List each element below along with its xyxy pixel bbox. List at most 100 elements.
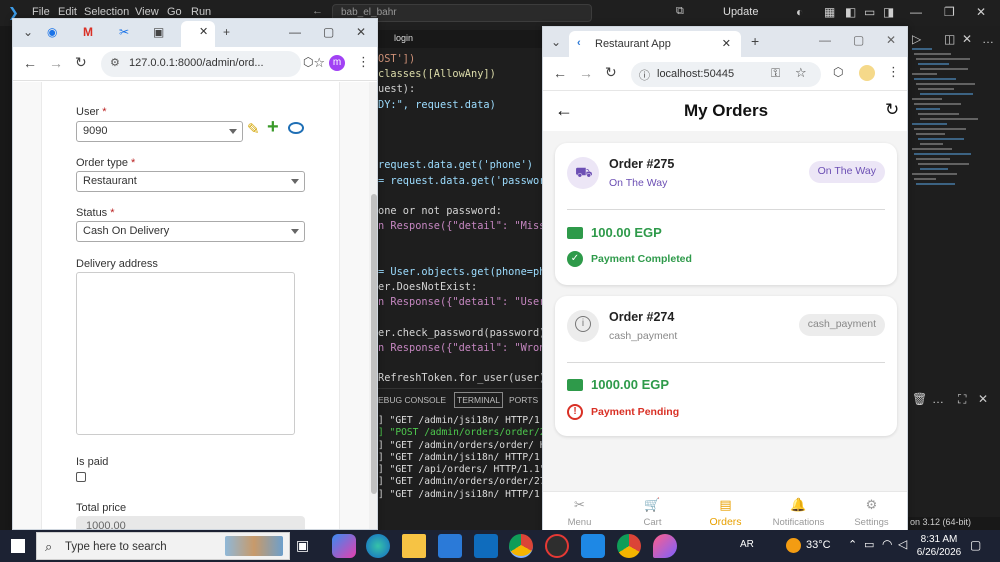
- trash-icon[interactable]: 🗑: [912, 392, 927, 406]
- add-plus-icon[interactable]: +: [267, 116, 279, 139]
- menu-go[interactable]: Go: [167, 6, 182, 18]
- back-icon[interactable]: ←: [553, 65, 567, 81]
- menu-selection[interactable]: Selection: [84, 6, 129, 18]
- terminal-output[interactable]: ] "GET /admin/jsi18n/ HTTP/1.1"] "POST /…: [378, 415, 543, 515]
- close-editor-icon[interactable]: ✕: [962, 32, 972, 46]
- close-panel-icon[interactable]: ✕: [978, 392, 988, 406]
- menu-file[interactable]: File: [32, 6, 50, 18]
- tab-search-icon[interactable]: ⌄: [551, 35, 561, 49]
- tab-gmail-icon[interactable]: M: [83, 25, 93, 41]
- tab-terminal[interactable]: TERMINAL: [454, 392, 503, 408]
- chrome-profile-app-icon[interactable]: [509, 534, 533, 558]
- window-minimize-icon[interactable]: —: [289, 25, 301, 41]
- window-close-icon[interactable]: ✕: [356, 25, 366, 41]
- minimap[interactable]: [908, 48, 988, 188]
- extensions-icon[interactable]: ⬡: [833, 65, 843, 79]
- update-button[interactable]: Update: [715, 3, 766, 23]
- code-editor[interactable]: OST']) classes([AllowAny]) uest): DY:", req…: [378, 52, 543, 407]
- layout-icon[interactable]: ◐: [796, 5, 803, 19]
- view-eye-icon[interactable]: [288, 122, 304, 134]
- menu-view[interactable]: View: [135, 6, 159, 18]
- restaurant-address-bar[interactable]: ⓘ localhost:50445 ⚿ ☆: [631, 62, 821, 87]
- site-info-icon[interactable]: ⓘ: [639, 67, 650, 83]
- wifi-icon[interactable]: ◠: [882, 537, 892, 551]
- editor-tab[interactable]: login: [378, 30, 543, 48]
- volume-icon[interactable]: ◁: [898, 537, 907, 551]
- input-language[interactable]: AR: [740, 539, 754, 550]
- copilot-icon[interactable]: ⧉: [676, 5, 684, 18]
- site-info-icon[interactable]: ⚙: [110, 56, 120, 69]
- forward-icon[interactable]: →: [49, 55, 63, 71]
- status-select[interactable]: Cash On Delivery: [76, 221, 305, 242]
- maximize-panel-icon[interactable]: ⛶: [958, 392, 966, 407]
- edge-app-icon[interactable]: [366, 534, 390, 558]
- reload-icon[interactable]: ↻: [75, 54, 87, 71]
- reload-icon[interactable]: ↻: [605, 64, 617, 81]
- outlook-app-icon[interactable]: [474, 534, 498, 558]
- terminal-more-icon[interactable]: …: [932, 392, 944, 406]
- refresh-icon[interactable]: ↻: [885, 100, 899, 120]
- restaurant-tab[interactable]: ‹ Restaurant App ✕: [569, 31, 741, 57]
- new-tab-icon[interactable]: +: [751, 33, 759, 49]
- vscode-app-icon[interactable]: [581, 534, 605, 558]
- new-tab-icon[interactable]: +: [223, 25, 230, 41]
- bookmark-star-icon[interactable]: ☆: [795, 65, 807, 81]
- network-icon[interactable]: ▭: [864, 538, 874, 551]
- window-maximize-icon[interactable]: ▢: [323, 25, 334, 41]
- split-editor-icon[interactable]: ◫: [944, 32, 955, 46]
- edit-pencil-icon[interactable]: ✎: [247, 120, 260, 138]
- window-maximize-icon[interactable]: ▢: [853, 33, 864, 47]
- store-app-icon[interactable]: [438, 534, 462, 558]
- order-type-select[interactable]: Restaurant: [76, 171, 305, 192]
- menu-edit[interactable]: Edit: [58, 6, 77, 18]
- user-select[interactable]: 9090: [76, 121, 243, 142]
- run-icon[interactable]: ▷: [912, 32, 921, 46]
- layout-grid-icon[interactable]: ▦: [824, 5, 835, 19]
- file-explorer-icon[interactable]: [402, 534, 426, 558]
- admin-address-bar[interactable]: ⚙ 127.0.0.1:8000/admin/ord... ☆: [101, 51, 325, 77]
- menu-kebab-icon[interactable]: ⋮: [357, 54, 370, 70]
- total-price-input[interactable]: 1000.00: [76, 516, 305, 529]
- order-card[interactable]: ⛟ Order #275 On The Way On The Way 100.0…: [555, 143, 897, 285]
- screen-capture-app-icon[interactable]: [545, 534, 569, 558]
- notifications-icon[interactable]: ▢: [970, 538, 981, 552]
- tab-debug-console[interactable]: EBUG CONSOLE: [378, 395, 446, 405]
- tab-tool-icon[interactable]: ✂: [119, 25, 129, 41]
- weather-temperature[interactable]: 33°C: [806, 539, 831, 551]
- window-close-icon[interactable]: ✕: [886, 33, 896, 47]
- nav-back-icon[interactable]: ←: [312, 5, 323, 17]
- chrome-app-icon[interactable]: [617, 534, 641, 558]
- close-icon[interactable]: ✕: [976, 5, 986, 19]
- delivery-address-textarea[interactable]: [76, 272, 295, 435]
- taskbar-clock[interactable]: 8:31 AM 6/26/2026: [912, 533, 966, 559]
- restore-icon[interactable]: ❐: [944, 5, 955, 19]
- tab-close-icon[interactable]: ✕: [199, 25, 208, 38]
- is-paid-checkbox[interactable]: [76, 472, 86, 482]
- minimize-icon[interactable]: —: [910, 5, 922, 19]
- tab-search-icon[interactable]: ⌄: [23, 25, 33, 41]
- menu-kebab-icon[interactable]: ⋮: [887, 64, 900, 80]
- copilot-app-icon[interactable]: [332, 534, 356, 558]
- back-icon[interactable]: ←: [23, 55, 37, 71]
- sidebar-toggle-icon[interactable]: ◧: [845, 5, 856, 19]
- maps-app-icon[interactable]: [653, 534, 677, 558]
- bookmark-star-icon[interactable]: ☆: [313, 55, 325, 71]
- forward-icon[interactable]: →: [579, 65, 593, 81]
- menu-run[interactable]: Run: [191, 6, 211, 18]
- admin-scrollbar-thumb[interactable]: [371, 194, 377, 494]
- status-python-version[interactable]: on 3.12 (64-bit): [908, 517, 1000, 530]
- weather-sun-icon[interactable]: [786, 538, 801, 553]
- profile-avatar[interactable]: m: [329, 55, 345, 71]
- extensions-icon[interactable]: ⬡: [303, 55, 313, 69]
- tab-ports[interactable]: PORTS: [509, 395, 538, 405]
- task-view-icon[interactable]: ▣: [296, 534, 320, 558]
- secondary-sidebar-icon[interactable]: ◨: [883, 5, 894, 19]
- tab-page-icon[interactable]: ▣: [153, 25, 164, 41]
- tray-chevron-up-icon[interactable]: ⌃: [848, 538, 857, 551]
- window-minimize-icon[interactable]: —: [819, 33, 831, 47]
- profile-avatar[interactable]: [859, 65, 875, 81]
- admin-active-tab[interactable]: ✕: [181, 21, 215, 47]
- more-icon[interactable]: …: [982, 32, 994, 46]
- tab-close-icon[interactable]: ✕: [722, 37, 731, 50]
- taskbar-search-input[interactable]: ⌕ Type here to search: [36, 532, 290, 560]
